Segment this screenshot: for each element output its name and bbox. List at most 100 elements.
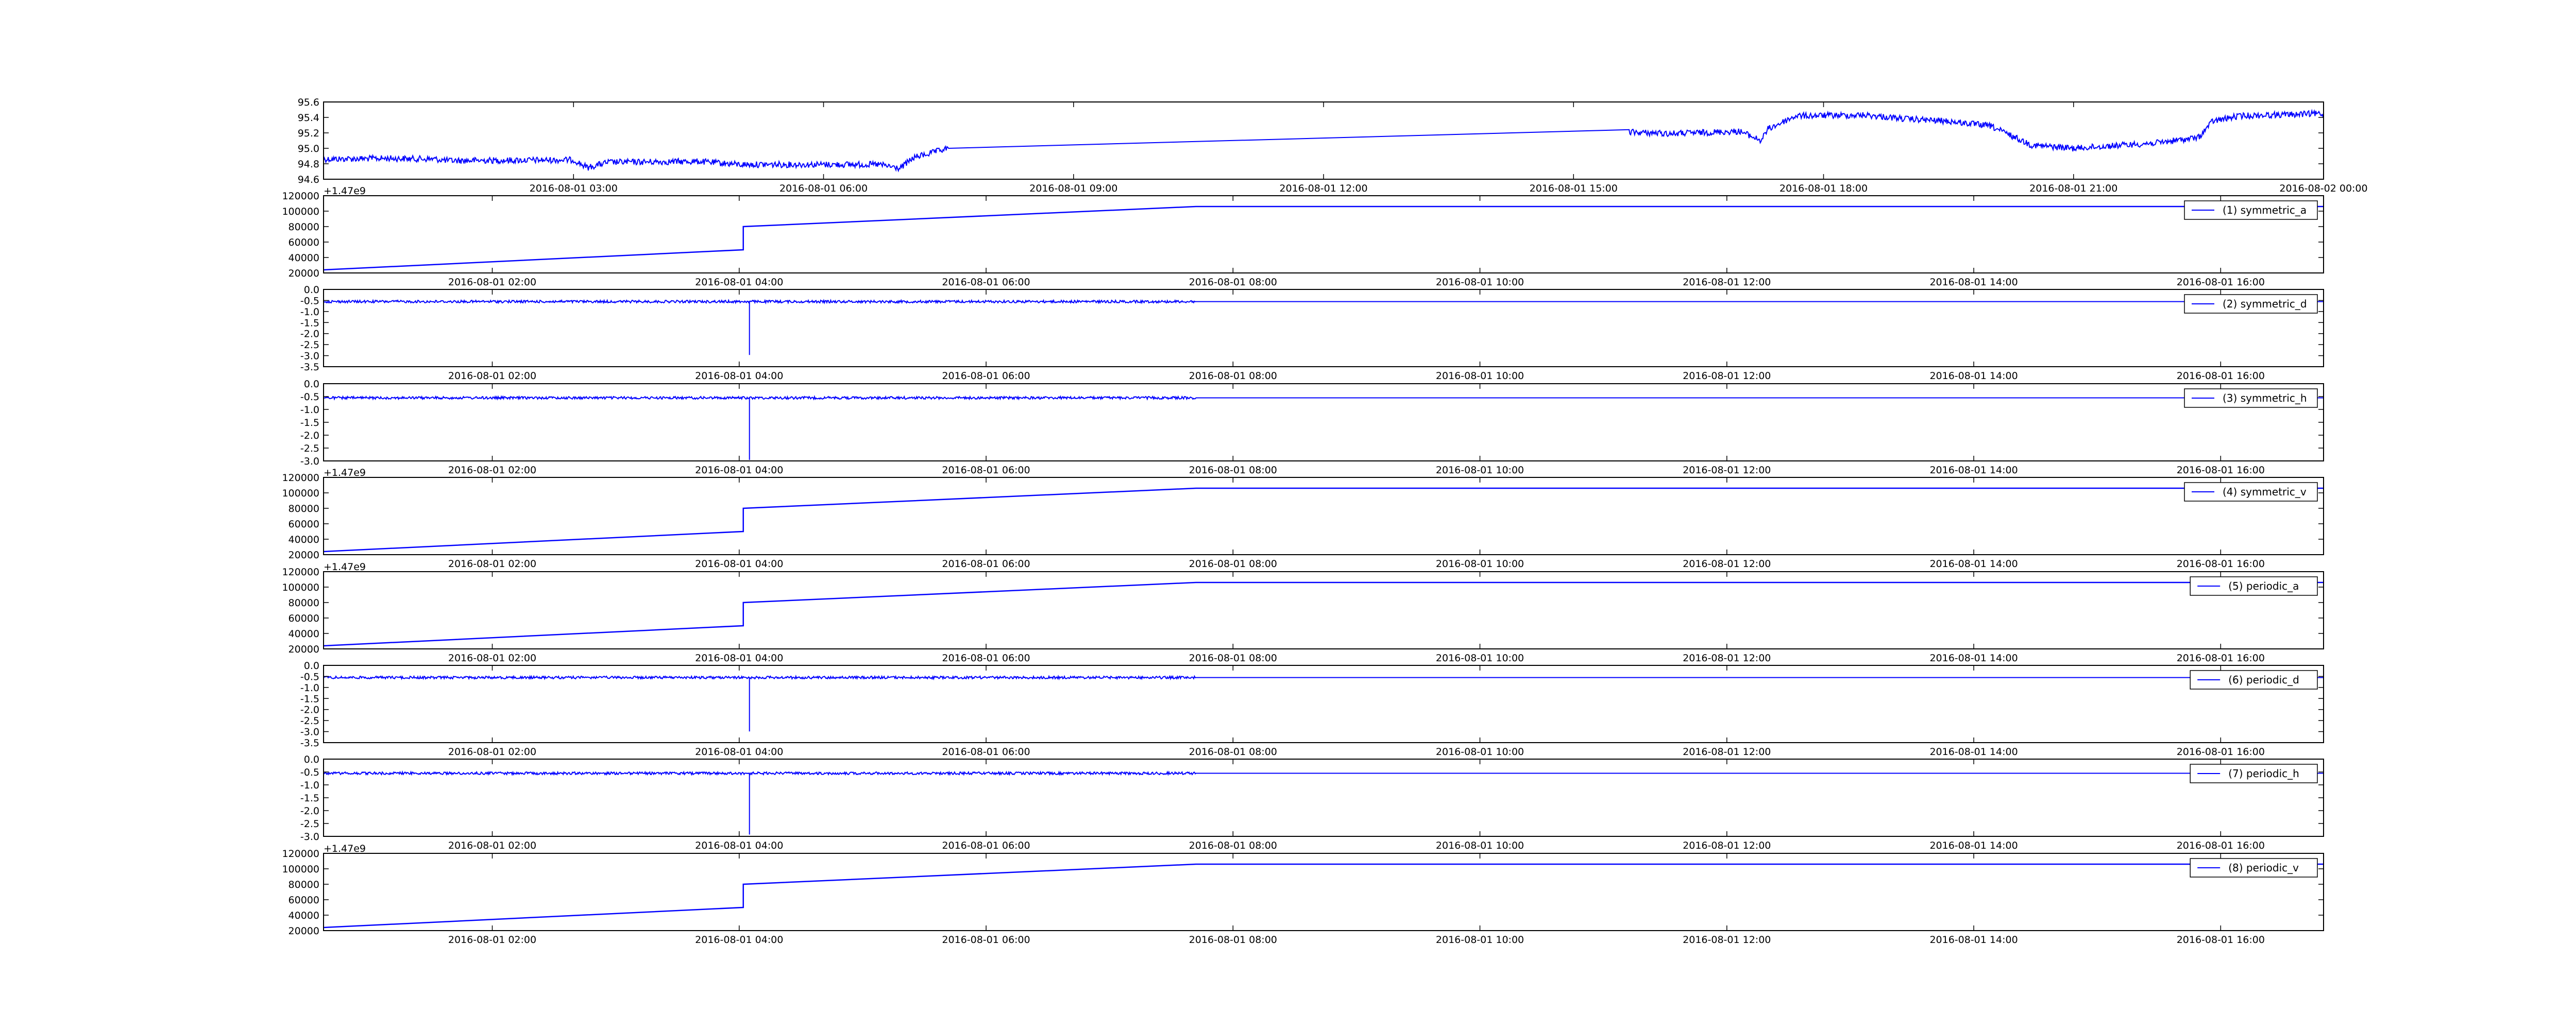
y-tick-label: -3.0	[300, 351, 319, 362]
y-tick-label: 80000	[289, 503, 319, 514]
x-tick-label: 2016-08-01 10:00	[1436, 277, 1524, 288]
x-tick-label: 2016-08-01 04:00	[695, 934, 783, 946]
legend: (6) periodic_d	[2190, 670, 2318, 690]
x-tick-label: 2016-08-01 02:00	[448, 277, 536, 288]
x-tick-label: 2016-08-01 09:00	[1029, 183, 1117, 194]
x-tick-label: 2016-08-01 12:00	[1683, 840, 1771, 851]
x-tick-label: 2016-08-01 06:00	[942, 840, 1030, 851]
x-tick-label: 2016-08-01 14:00	[1929, 277, 2018, 288]
y-tick-label: 40000	[289, 534, 319, 545]
x-tick-label: 2016-08-01 12:00	[1683, 746, 1771, 758]
x-tick-label: 2016-08-01 14:00	[1929, 370, 2018, 382]
y-tick-label: -1.5	[300, 693, 319, 705]
y-tick-label: -1.0	[300, 306, 319, 318]
x-tick-label: 2016-08-01 10:00	[1436, 558, 1524, 570]
x-tick-label: 2016-08-01 21:00	[2029, 183, 2117, 194]
legend: (3) symmetric_h	[2184, 388, 2318, 408]
x-tick-label: 2016-08-01 04:00	[695, 465, 783, 476]
y-tick-label: -0.5	[300, 767, 319, 778]
y-tick-label: 94.6	[298, 174, 319, 185]
legend: (2) symmetric_d	[2184, 294, 2318, 314]
y-tick-label: -1.0	[300, 404, 319, 416]
x-tick-label: 2016-08-01 06:00	[942, 465, 1030, 476]
legend-label: (3) symmetric_h	[2223, 392, 2307, 404]
x-tick-label: 2016-08-01 16:00	[2177, 558, 2265, 570]
y-tick-label: 0.0	[304, 379, 319, 390]
x-tick-label: 2016-08-01 16:00	[2177, 465, 2265, 476]
y-tick-label: -0.5	[300, 391, 319, 403]
x-tick-label: 2016-08-01 16:00	[2177, 277, 2265, 288]
x-tick-label: 2016-08-01 02:00	[448, 370, 536, 382]
x-tick-label: 2016-08-01 04:00	[695, 558, 783, 570]
x-tick-label: 2016-08-01 14:00	[1929, 840, 2018, 851]
y-tick-label: -2.5	[300, 715, 319, 727]
x-tick-label: 2016-08-01 12:00	[1683, 653, 1771, 664]
y-tick-label: 120000	[282, 191, 319, 202]
legend-label: (7) periodic_h	[2228, 767, 2299, 780]
figure-background	[0, 0, 2576, 1030]
y-tick-label: -1.5	[300, 417, 319, 428]
legend-label: (1) symmetric_a	[2223, 204, 2307, 216]
x-tick-label: 2016-08-01 08:00	[1189, 746, 1277, 758]
y-tick-label: 100000	[282, 582, 319, 593]
y-tick-label: -0.5	[300, 671, 319, 682]
y-tick-label: 20000	[289, 268, 319, 279]
x-tick-label: 2016-08-01 06:00	[942, 653, 1030, 664]
x-tick-label: 2016-08-01 12:00	[1683, 934, 1771, 946]
x-tick-label: 2016-08-01 16:00	[2177, 840, 2265, 851]
y-tick-label: 100000	[282, 488, 319, 499]
x-tick-label: 2016-08-01 14:00	[1929, 465, 2018, 476]
y-tick-label: -3.0	[300, 831, 319, 843]
x-tick-label: 2016-08-01 06:00	[942, 746, 1030, 758]
y-tick-label: -2.5	[300, 339, 319, 351]
y-tick-label: 60000	[289, 895, 319, 906]
figure: 94.6 94.8 95.0 95.2 95.4 95.6 2016-08-01 03:00…	[0, 0, 2576, 1030]
y-tick-label: 95.4	[298, 112, 319, 124]
y-tick-label: 120000	[282, 566, 319, 578]
y-tick-label: 100000	[282, 864, 319, 875]
y-tick-label: 95.2	[298, 128, 319, 139]
x-tick-label: 2016-08-01 04:00	[695, 277, 783, 288]
y-tick-label: -2.5	[300, 443, 319, 454]
x-tick-label: 2016-08-01 02:00	[448, 653, 536, 664]
x-tick-label: 2016-08-01 14:00	[1929, 934, 2018, 946]
x-tick-label: 2016-08-01 03:00	[530, 183, 618, 194]
y-tick-label: 0.0	[304, 754, 319, 765]
legend-label: (4) symmetric_v	[2223, 486, 2307, 498]
y-tick-label: 80000	[289, 879, 319, 890]
x-tick-label: 2016-08-02 00:00	[2279, 183, 2367, 194]
x-tick-label: 2016-08-01 06:00	[779, 183, 868, 194]
x-tick-label: 2016-08-01 12:00	[1683, 465, 1771, 476]
y-tick-label: 95.0	[298, 143, 319, 154]
legend: (7) periodic_h	[2190, 764, 2318, 783]
axis-offset-text: +1.47e9	[324, 467, 366, 478]
x-tick-label: 2016-08-01 02:00	[448, 746, 536, 758]
x-tick-label: 2016-08-01 08:00	[1189, 934, 1277, 946]
y-tick-label: -1.5	[300, 317, 319, 329]
y-tick-label: 100000	[282, 206, 319, 217]
y-tick-label: 120000	[282, 472, 319, 484]
x-tick-label: 2016-08-01 15:00	[1530, 183, 1618, 194]
y-tick-label: 80000	[289, 221, 319, 233]
x-tick-label: 2016-08-01 02:00	[448, 558, 536, 570]
legend: (5) periodic_a	[2190, 576, 2318, 596]
y-tick-label: -2.0	[300, 430, 319, 441]
x-tick-label: 2016-08-01 10:00	[1436, 465, 1524, 476]
y-tick-label: -1.5	[300, 793, 319, 804]
legend: (1) symmetric_a	[2184, 200, 2318, 220]
legend-label: (8) periodic_v	[2228, 862, 2299, 874]
y-tick-label: 95.6	[298, 97, 319, 108]
y-tick-label: 0.0	[304, 284, 319, 296]
x-tick-label: 2016-08-01 06:00	[942, 277, 1030, 288]
legend-label: (6) periodic_d	[2228, 674, 2299, 686]
y-tick-label: 94.8	[298, 159, 319, 170]
legend: (4) symmetric_v	[2184, 482, 2318, 502]
y-tick-label: -1.0	[300, 682, 319, 694]
x-tick-label: 2016-08-01 08:00	[1189, 465, 1277, 476]
x-tick-label: 2016-08-01 16:00	[2177, 653, 2265, 664]
legend: (8) periodic_v	[2190, 858, 2318, 878]
y-tick-label: 60000	[289, 613, 319, 624]
x-tick-label: 2016-08-01 14:00	[1929, 558, 2018, 570]
x-tick-label: 2016-08-01 12:00	[1683, 277, 1771, 288]
y-tick-label: -3.0	[300, 727, 319, 738]
